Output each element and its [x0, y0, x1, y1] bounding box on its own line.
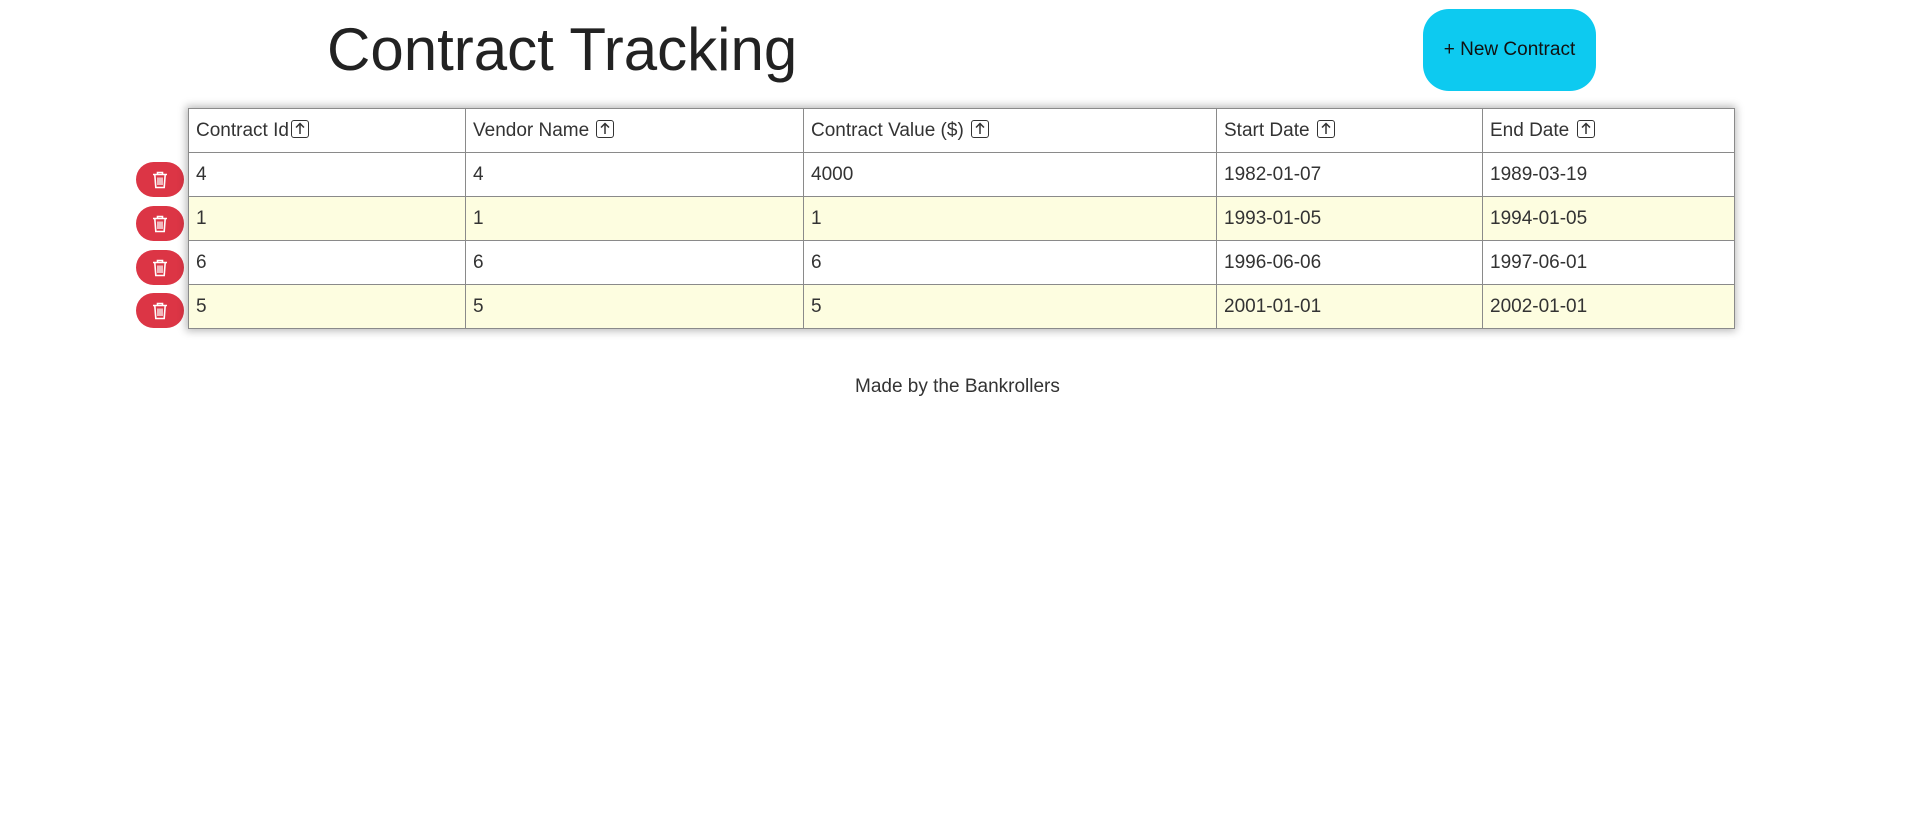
table-row: 1 1 1 1993-01-05 1994-01-05 [188, 196, 1735, 241]
trash-icon [153, 259, 167, 276]
column-header-label: Contract Value ($) [811, 119, 964, 141]
cell-end-date: 1997-06-01 [1482, 240, 1735, 285]
table-header-row: Contract Id Vendor Name Contract Value (… [188, 108, 1735, 153]
cell-vendor-name: 6 [465, 240, 804, 285]
column-header-contract-value: Contract Value ($) [803, 108, 1217, 153]
trash-icon [153, 171, 167, 188]
column-header-label: Vendor Name [473, 119, 590, 141]
sort-arrow-up-icon[interactable] [596, 119, 615, 138]
cell-contract-value: 6 [803, 240, 1217, 285]
delete-row-button[interactable] [136, 293, 184, 328]
new-contract-button[interactable]: + New Contract [1423, 9, 1596, 91]
cell-end-date: 1989-03-19 [1482, 152, 1735, 197]
table-row: 5 5 5 2001-01-01 2002-01-01 [188, 284, 1735, 329]
column-header-end-date: End Date [1482, 108, 1735, 153]
cell-start-date: 1982-01-07 [1216, 152, 1483, 197]
sort-arrow-up-icon[interactable] [290, 119, 309, 138]
cell-end-date: 1994-01-05 [1482, 196, 1735, 241]
sort-arrow-up-icon[interactable] [1576, 119, 1595, 138]
cell-contract-value: 1 [803, 196, 1217, 241]
column-header-start-date: Start Date [1216, 108, 1483, 153]
cell-start-date: 1993-01-05 [1216, 196, 1483, 241]
table-row: 4 4 4000 1982-01-07 1989-03-19 [188, 152, 1735, 197]
cell-contract-id: 1 [188, 196, 466, 241]
cell-end-date: 2002-01-01 [1482, 284, 1735, 329]
cell-contract-id: 6 [188, 240, 466, 285]
delete-row-button[interactable] [136, 250, 184, 285]
column-header-contract-id: Contract Id [188, 108, 466, 153]
cell-vendor-name: 5 [465, 284, 804, 329]
footer-text: Made by the Bankrollers [855, 376, 1060, 397]
cell-contract-value: 5 [803, 284, 1217, 329]
column-header-label: Contract Id [196, 119, 289, 141]
contracts-table: Contract Id Vendor Name Contract Value (… [188, 108, 1735, 329]
cell-contract-id: 5 [188, 284, 466, 329]
cell-vendor-name: 4 [465, 152, 804, 197]
sort-arrow-up-icon[interactable] [1316, 119, 1335, 138]
page-title: Contract Tracking [327, 16, 798, 83]
column-header-label: Start Date [1224, 119, 1310, 141]
cell-start-date: 2001-01-01 [1216, 284, 1483, 329]
column-header-vendor-name: Vendor Name [465, 108, 804, 153]
trash-icon [153, 302, 167, 319]
sort-arrow-up-icon[interactable] [971, 119, 990, 138]
cell-contract-id: 4 [188, 152, 466, 197]
column-header-label: End Date [1490, 119, 1570, 141]
cell-contract-value: 4000 [803, 152, 1217, 197]
delete-row-button[interactable] [136, 206, 184, 241]
contracts-table-container: Contract Id Vendor Name Contract Value (… [188, 108, 1735, 329]
delete-row-button[interactable] [136, 162, 184, 197]
table-row: 6 6 6 1996-06-06 1997-06-01 [188, 240, 1735, 285]
cell-vendor-name: 1 [465, 196, 804, 241]
cell-start-date: 1996-06-06 [1216, 240, 1483, 285]
trash-icon [153, 215, 167, 232]
